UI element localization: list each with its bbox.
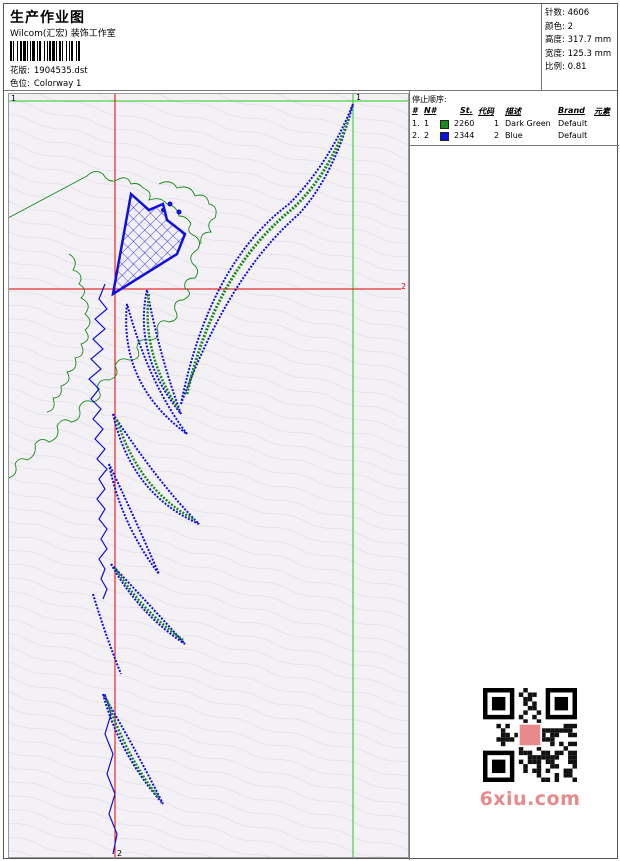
vertical-guide-label: 2 bbox=[117, 849, 123, 858]
col-index: # bbox=[412, 106, 418, 115]
color-swatch bbox=[440, 132, 449, 141]
col-stitches: St. bbox=[460, 106, 473, 115]
col-element: 元素 bbox=[594, 107, 610, 116]
stat-height: 高度: 317.7 mm bbox=[545, 35, 612, 45]
design-file-line: 花版: 1904535.dst bbox=[10, 64, 88, 76]
color-sequence-table: 停止顺序: # N# St. 代码 描述 Brand 元素 1. 1 2260 … bbox=[410, 93, 619, 146]
studio-name: Wilcom(汇宏) 装饰工作室 bbox=[10, 29, 116, 39]
stats-panel: 针数: 4606 颜色: 2 高度: 317.7 mm 宽度: 125.3 mm… bbox=[541, 4, 619, 90]
colorway-line: 色位: Colorway 1 bbox=[10, 77, 81, 89]
design-file-value: 1904535.dst bbox=[33, 66, 88, 76]
table-row[interactable]: 2. 2 2344 2 Blue Default bbox=[410, 131, 619, 143]
flower-bud-2 bbox=[176, 209, 182, 215]
stat-scale: 比例: 0.81 bbox=[545, 62, 587, 72]
pane-divider bbox=[409, 90, 410, 860]
embroidery-canvas bbox=[9, 94, 408, 857]
stat-colors: 颜色: 2 bbox=[545, 21, 573, 32]
corner-label: 1 bbox=[11, 94, 17, 103]
production-worksheet: 生产作业图 Wilcom(汇宏) 装饰工作室 花版: 1904535.dst 色位… bbox=[3, 3, 619, 860]
design-preview[interactable]: 1 1 2 2 bbox=[8, 93, 409, 858]
stat-stitches: 针数: 4606 bbox=[545, 8, 590, 18]
table-row[interactable]: 1. 1 2260 1 Dark Green Default bbox=[410, 119, 619, 131]
colorway-value: Colorway 1 bbox=[33, 79, 82, 89]
col-brand: Brand bbox=[558, 106, 585, 115]
stop-sequence-title: 停止顺序: bbox=[412, 95, 447, 104]
page-title: 生产作业图 bbox=[10, 10, 85, 26]
watermark: 6xiu.com bbox=[471, 682, 587, 822]
design-file-label: 花版: bbox=[10, 66, 30, 76]
color-swatch bbox=[440, 120, 449, 129]
horizontal-guide-label: 2 bbox=[401, 282, 407, 291]
flower-bud-1 bbox=[167, 201, 173, 207]
qr-code bbox=[483, 688, 577, 782]
col-description: 描述 bbox=[505, 107, 521, 116]
header-divider bbox=[4, 90, 617, 91]
col-code: 代码 bbox=[478, 107, 494, 116]
barcode bbox=[10, 41, 146, 61]
col-needle: N# bbox=[424, 106, 437, 115]
right-guide-label: 1 bbox=[356, 93, 362, 102]
colorway-label: 色位: bbox=[10, 79, 30, 89]
fabric-texture bbox=[9, 94, 408, 857]
flower-bud-3 bbox=[161, 208, 165, 212]
stat-width: 宽度: 125.3 mm bbox=[545, 48, 612, 59]
watermark-text: 6xiu.com bbox=[479, 788, 581, 810]
